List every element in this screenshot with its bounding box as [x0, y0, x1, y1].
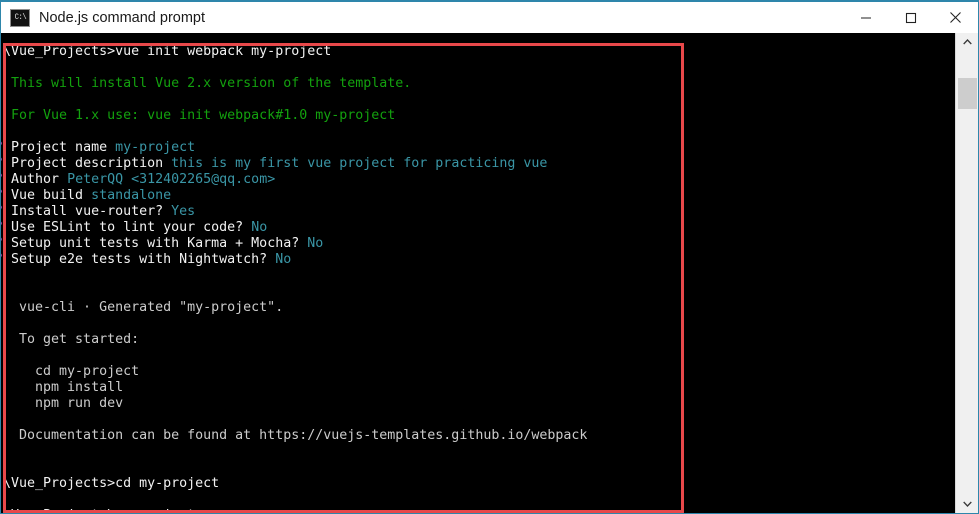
close-button[interactable]: [933, 2, 978, 33]
command-prompt-window: C:\ Node.js command prompt:\Vue_Project…: [0, 0, 979, 514]
terminal-span: ?: [1, 252, 11, 267]
terminal-span: For Vue 1.x use: vue init webpack#1.0 my…: [1, 108, 396, 123]
terminal-span: This will install Vue 2.x version of the…: [1, 76, 412, 91]
terminal-span: ?: [1, 204, 11, 219]
terminal-span: No: [275, 252, 292, 267]
console-icon: C:\: [10, 8, 30, 27]
terminal-line: ? Project name my-project: [1, 140, 954, 156]
terminal-line: npm run dev: [1, 396, 954, 412]
terminal-span: standalone: [91, 188, 172, 203]
terminal-line: ? Setup unit tests with Karma + Mocha? N…: [1, 236, 954, 252]
terminal-line: To get started:: [1, 332, 954, 348]
console-icon-glyph: C:\: [14, 12, 26, 22]
terminal-span: To get started:: [1, 332, 140, 347]
terminal-span: ?: [1, 172, 11, 187]
maximize-button[interactable]: [888, 2, 933, 33]
terminal-line: :\Vue_Projects\my-project>: [1, 508, 954, 513]
terminal-span: Yes: [171, 204, 196, 219]
terminal-span: No: [251, 220, 268, 235]
terminal-span: this is my first vue project for practic…: [171, 156, 548, 171]
chevron-down-icon: [963, 501, 972, 507]
minimize-icon: [860, 17, 871, 18]
terminal-output-area[interactable]: :\Vue_Projects>vue init webpack my-proje…: [1, 33, 978, 513]
window-title: Node.js command prompt: [39, 9, 206, 26]
vertical-scrollbar[interactable]: [955, 33, 978, 513]
terminal-line: ? Setup e2e tests with Nightwatch? No: [1, 252, 954, 268]
minimize-button[interactable]: [843, 2, 888, 33]
terminal-line: npm install: [1, 380, 954, 396]
terminal-span: PeterQQ <312402265@qq.com>: [67, 172, 276, 187]
terminal-line: ? Project description this is my first v…: [1, 156, 954, 172]
terminal-span: Setup unit tests with Karma + Mocha?: [11, 236, 308, 251]
terminal-span: ?: [1, 156, 11, 171]
terminal-line: vue-cli · Generated "my-project".: [1, 300, 954, 316]
terminal-span: Vue build: [11, 188, 92, 203]
chevron-up-icon: [963, 39, 972, 45]
terminal-line: cd my-project: [1, 364, 954, 380]
terminal-span: No: [307, 236, 324, 251]
terminal-span: :\Vue_Projects>vue init webpack my-proje…: [1, 44, 332, 59]
terminal-line: ? Author PeterQQ <312402265@qq.com>: [1, 172, 954, 188]
terminal-span: :\Vue_Projects>cd my-project: [1, 476, 220, 491]
window-controls: [843, 2, 978, 33]
scrollbar-thumb[interactable]: [958, 78, 977, 109]
terminal-line: For Vue 1.x use: vue init webpack#1.0 my…: [1, 108, 954, 124]
terminal-line: Documentation can be found at https://vu…: [1, 428, 954, 444]
terminal-line: ? Use ESLint to lint your code? No: [1, 220, 954, 236]
terminal-span: Documentation can be found at https://vu…: [1, 428, 588, 443]
terminal-span: ?: [1, 140, 11, 155]
terminal-span: Project description: [11, 156, 172, 171]
terminal-span: Install vue-router?: [11, 204, 172, 219]
terminal-line: :\Vue_Projects>vue init webpack my-proje…: [1, 44, 954, 60]
terminal-span: npm run dev: [1, 396, 124, 411]
terminal-span: ?: [1, 188, 11, 203]
terminal-line: :\Vue_Projects>cd my-project: [1, 476, 954, 492]
terminal-span: :\Vue_Projects\my-project>: [1, 508, 203, 513]
terminal-span: npm install: [1, 380, 124, 395]
terminal-span: cd my-project: [1, 364, 140, 379]
close-icon: [950, 12, 961, 23]
title-bar[interactable]: C:\ Node.js command prompt: [1, 2, 978, 33]
terminal-span: Author: [11, 172, 68, 187]
terminal-span: Setup e2e tests with Nightwatch?: [11, 252, 276, 267]
terminal-line: ? Vue build standalone: [1, 188, 954, 204]
terminal-span: Project name: [11, 140, 116, 155]
terminal-text: :\Vue_Projects>vue init webpack my-proje…: [1, 33, 954, 513]
terminal-line: This will install Vue 2.x version of the…: [1, 76, 954, 92]
terminal-span: ?: [1, 236, 11, 251]
maximize-icon: [905, 12, 916, 23]
scroll-up-button[interactable]: [956, 33, 978, 51]
terminal-span: vue-cli · Generated "my-project".: [1, 300, 284, 315]
terminal-line: ? Install vue-router? Yes: [1, 204, 954, 220]
scroll-down-button[interactable]: [956, 495, 978, 513]
terminal-span: Use ESLint to lint your code?: [11, 220, 252, 235]
terminal-span: my-project: [115, 140, 196, 155]
terminal-span: ?: [1, 220, 11, 235]
